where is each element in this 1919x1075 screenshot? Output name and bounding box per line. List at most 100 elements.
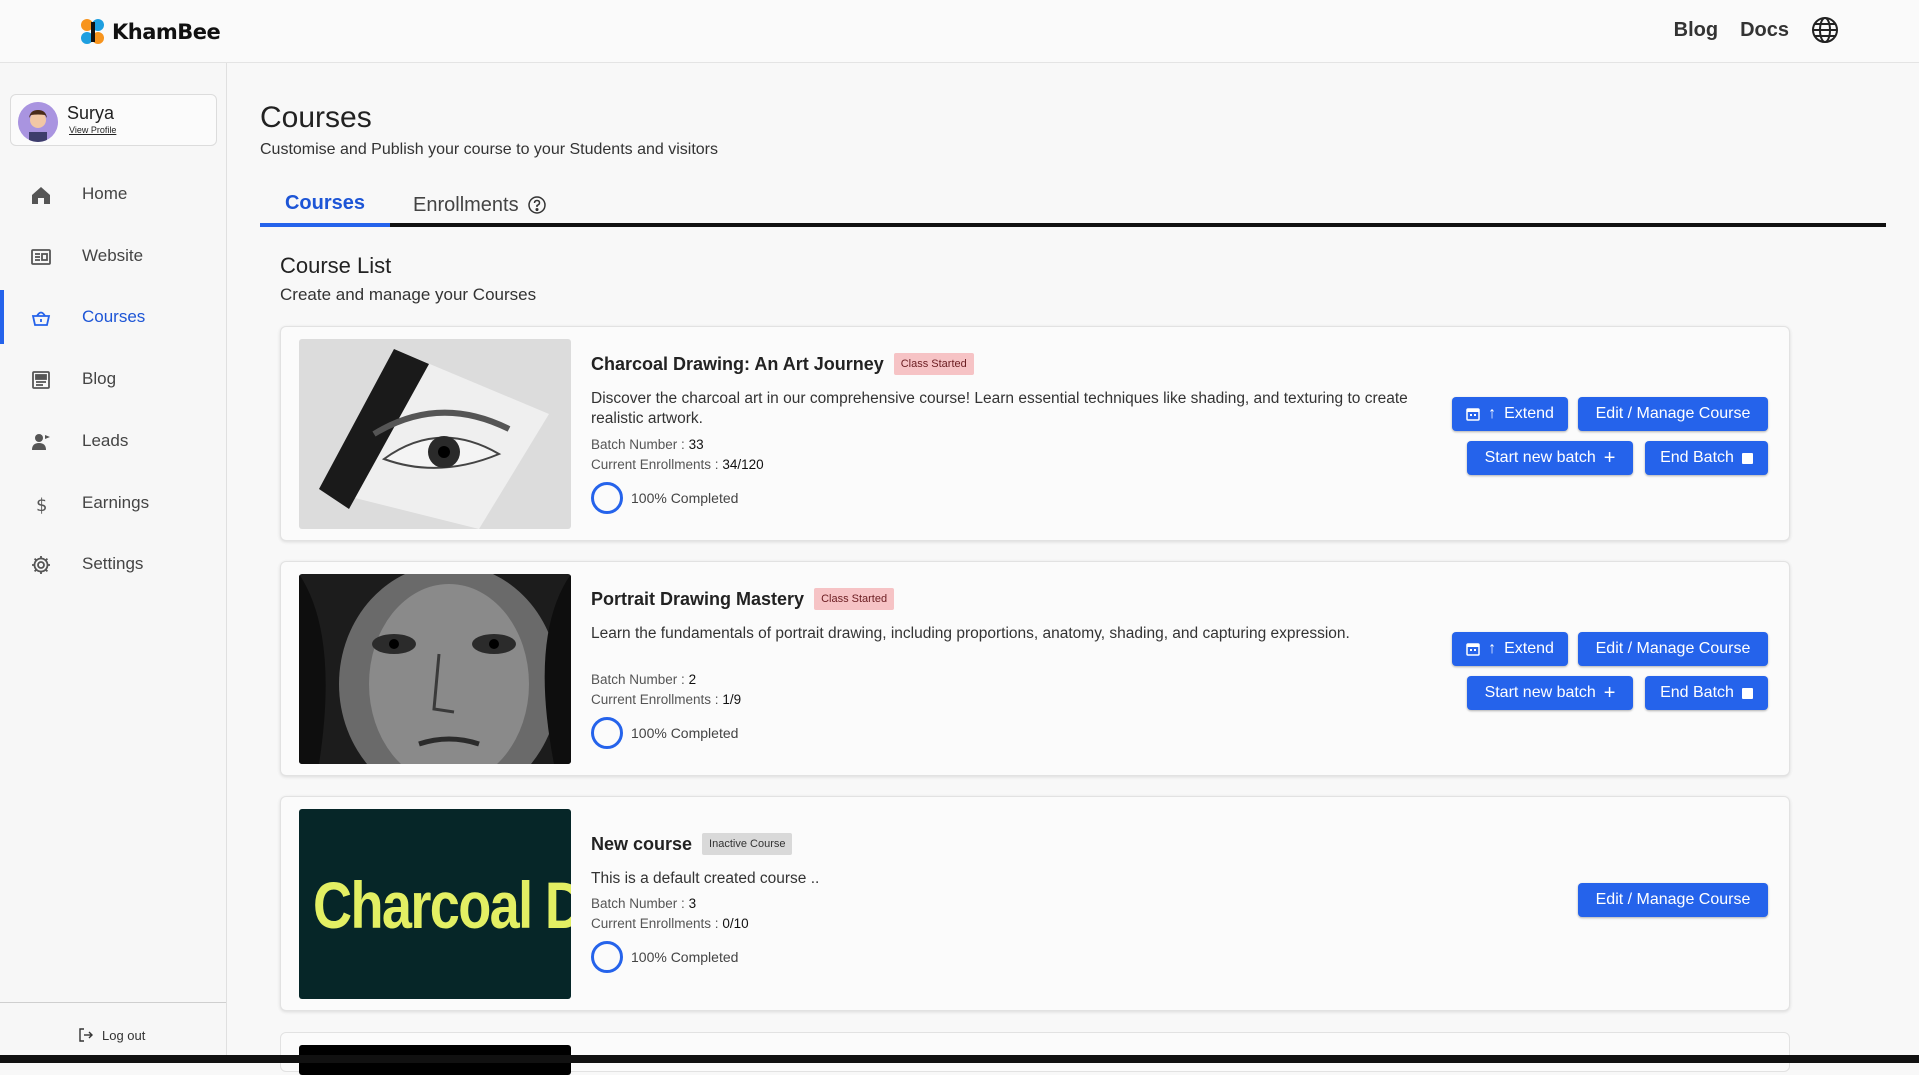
sidebar-item-website[interactable]: Website [0,229,226,283]
enroll-value: 0/10 [722,916,749,931]
svg-text:$: $ [36,495,47,515]
dollar-icon: $ [36,495,47,515]
blog-link[interactable]: Blog [1674,19,1718,42]
help-icon[interactable] [527,195,547,215]
page-subtitle: Customise and Publish your course to you… [260,141,719,158]
course-description: Learn the fundamentals of portrait drawi… [591,625,1350,642]
sidebar-item-label: Settings [82,554,144,573]
course-title[interactable]: New course [591,834,692,855]
course-thumbnail[interactable] [299,574,571,764]
current-enrollments: Current Enrollments : 34/120 [591,457,764,472]
top-nav: Blog Docs [1674,16,1839,44]
button-label: End Batch [1660,449,1734,466]
arrow-up-icon: ↑ [1488,405,1497,422]
course-title[interactable]: Charcoal Drawing: An Art Journey [591,354,884,375]
status-badge: Inactive Course [702,833,793,855]
status-badge: Class Started [893,353,974,375]
main-content: Courses Customise and Publish your cours… [227,63,1919,1063]
sidebar-item-home[interactable]: Home [0,167,226,221]
button-label: Start new batch [1484,449,1596,466]
view-profile-link[interactable]: View Profile [69,125,116,135]
progress-indicator: 100% Completed [591,717,738,749]
current-enrollments: Current Enrollments : 0/10 [591,916,749,931]
logout-icon [79,1028,93,1042]
globe-icon[interactable] [1811,16,1839,44]
button-label: Extend [1504,405,1554,422]
button-label: Extend [1504,640,1554,657]
course-card: Charcoal Dr New course Inactive Course T… [280,796,1790,1011]
sidebar-item-label: Website [82,246,144,265]
progress-label: 100% Completed [631,949,739,965]
calendar-icon [1466,643,1480,656]
stop-icon [1741,687,1753,699]
home-icon [32,187,50,204]
gear-icon [32,556,50,574]
enroll-label: Current Enrollments : [591,457,719,472]
logo[interactable]: KhamBee [78,16,221,48]
edit-manage-course-button[interactable]: Edit / Manage Course [1578,632,1768,666]
thumbnail-text: Charcoal Dr [313,868,571,942]
progress-label: 100% Completed [631,490,739,506]
edit-manage-course-button[interactable]: Edit / Manage Course [1578,397,1768,431]
sidebar-item-courses[interactable]: Courses [0,290,226,344]
button-label: Start new batch [1484,684,1596,701]
page-title: Courses [260,101,372,134]
logout-button[interactable]: Log out [78,1027,145,1043]
batch-number: Batch Number : 33 [591,437,704,452]
batch-number: Batch Number : 2 [591,672,696,687]
sidebar-item-leads[interactable]: Leads [0,414,226,468]
progress-ring [591,482,623,514]
enroll-label: Current Enrollments : [591,916,719,931]
course-title-row: Charcoal Drawing: An Art Journey Class S… [591,353,974,375]
end-batch-button[interactable]: End Batch [1645,676,1768,710]
sidebar-item-label: Earnings [82,493,150,512]
batch-value: 3 [688,896,697,911]
batch-number: Batch Number : 3 [591,896,696,911]
progress-label: 100% Completed [631,725,739,741]
plus-icon: + [1603,681,1616,704]
sidebar-item-label: Blog [82,369,117,388]
logo-text: KhamBee [112,20,221,44]
progress-indicator: 100% Completed [591,482,738,514]
sidebar-item-label: Courses [82,307,146,326]
sidebar-item-settings[interactable]: Settings [0,537,226,591]
course-thumbnail[interactable]: Charcoal Dr [299,809,571,999]
tab-bar: Courses Enrollments [260,183,1886,287]
extend-button[interactable]: ↑ Extend [1452,397,1568,431]
course-card-partial [280,1032,1790,1075]
start-new-batch-button[interactable]: Start new batch + [1467,676,1633,710]
website-icon [31,249,51,265]
profile-card[interactable]: Surya View Profile [10,94,217,146]
logo-icon [81,19,104,44]
course-thumbnail[interactable] [299,339,571,529]
button-label: End Batch [1660,684,1734,701]
edit-manage-course-button[interactable]: Edit / Manage Course [1578,883,1768,917]
course-description: Discover the charcoal art in our compreh… [591,390,1408,427]
course-title-row: New course Inactive Course [591,833,793,855]
sidebar-item-blog[interactable]: Blog [0,352,226,406]
sidebar: Surya View Profile Home Website Courses … [0,63,227,1063]
batch-value: 2 [688,672,697,687]
progress-ring [591,941,623,973]
extend-button[interactable]: ↑ Extend [1452,632,1568,666]
end-batch-button[interactable]: End Batch [1645,441,1768,475]
enroll-value: 1/9 [722,692,742,707]
bottom-strip [0,1055,1919,1063]
start-new-batch-button[interactable]: Start new batch + [1467,441,1633,475]
logout-label: Log out [102,1027,146,1043]
leads-icon [32,434,50,450]
tab-divider [390,223,1886,227]
batch-label: Batch Number : [591,437,685,452]
sidebar-item-earnings[interactable]: $ Earnings [0,476,226,530]
tab-courses[interactable]: Courses [260,183,390,227]
course-title-row: Portrait Drawing Mastery Class Started [591,588,895,610]
logout-section: Log out [0,1002,226,1063]
tab-enrollments[interactable]: Enrollments [413,183,547,227]
course-title[interactable]: Portrait Drawing Mastery [591,589,804,610]
calendar-icon [1466,408,1480,421]
enroll-value: 34/120 [722,457,764,472]
progress-indicator: 100% Completed [591,941,738,973]
course-list-subtitle: Create and manage your Courses [280,285,537,304]
docs-link[interactable]: Docs [1740,19,1789,42]
course-description: This is a default created course .. [591,870,820,887]
